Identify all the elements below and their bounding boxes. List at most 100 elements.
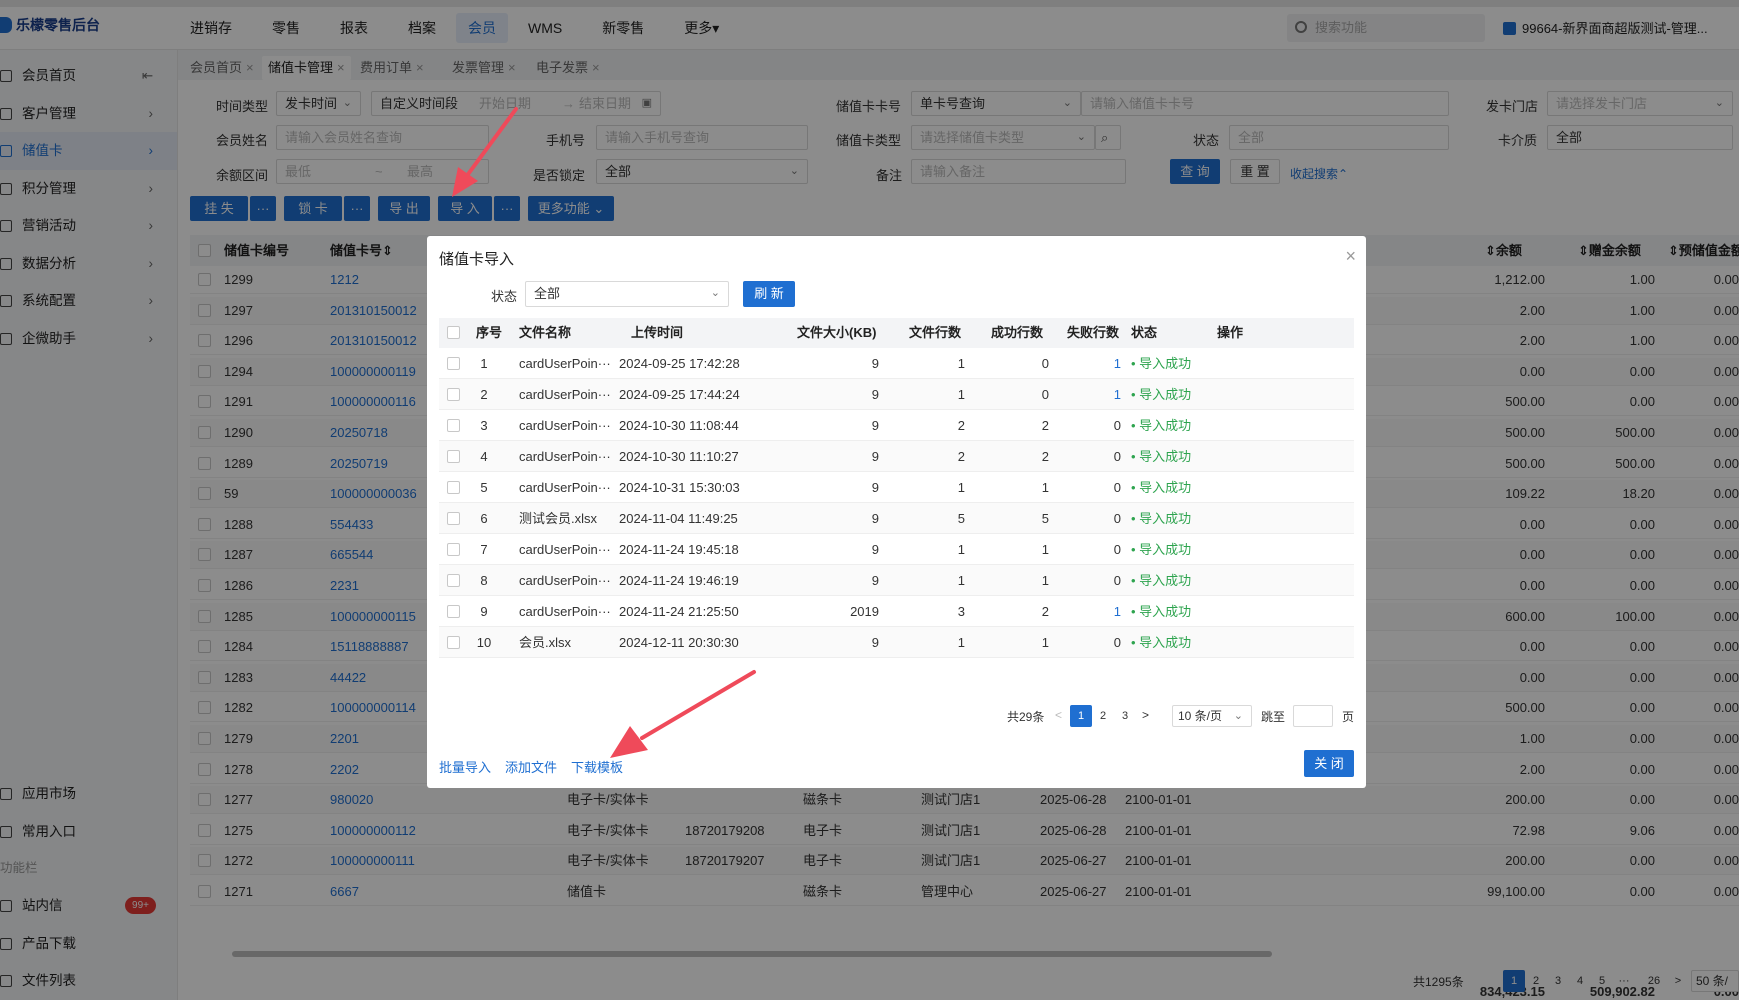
col-file-name: 文件名称	[519, 325, 572, 340]
cell-file-name: cardUserPoin···	[519, 573, 611, 588]
cell-fail-lines: 0	[1113, 635, 1121, 650]
cell-file-lines: 3	[957, 604, 965, 619]
col-actions: 操作	[1217, 325, 1244, 340]
cell-status: 导入成功	[1131, 565, 1211, 596]
row-checkbox[interactable]	[447, 450, 460, 463]
cell-fail-lines: 0	[1113, 542, 1121, 557]
row-checkbox[interactable]	[447, 388, 460, 401]
import-row[interactable]: 9 cardUserPoin··· 2024-11-24 21:25:50 2019 3…	[439, 596, 1354, 627]
batch-import-link[interactable]: 批量导入	[439, 757, 491, 776]
cell-status: 导入成功	[1131, 503, 1211, 534]
cell-file-size: 9	[871, 356, 879, 371]
dialog-pager-prev[interactable]: <	[1055, 708, 1062, 722]
cell-fail-lines[interactable]: 1	[1049, 348, 1121, 379]
cell-file-size: 9	[871, 573, 879, 588]
cell-file-name: cardUserPoin···	[519, 418, 611, 433]
dialog-pager-page[interactable]: 3	[1114, 705, 1136, 727]
dialog-pager-page[interactable]: 2	[1092, 705, 1114, 727]
dialog-jump-input[interactable]	[1293, 705, 1333, 727]
cell-file-size: 2019	[850, 604, 879, 619]
cell-fail-lines[interactable]: 1	[1049, 596, 1121, 627]
cell-file-lines: 2	[957, 449, 965, 464]
dialog-close-button[interactable]: 关 闭	[1304, 750, 1354, 777]
import-row[interactable]: 3 cardUserPoin··· 2024-10-30 11:08:44 9 2 2 0导…	[439, 410, 1354, 441]
cell-upload-time: 2024-10-30 11:10:27	[619, 449, 739, 464]
cell-upload-time: 2024-09-25 17:42:28	[619, 356, 740, 371]
row-checkbox[interactable]	[447, 481, 460, 494]
dialog-status-label: 状态	[491, 289, 518, 304]
col-fail-lines: 失败行数	[1067, 325, 1120, 340]
cell-file-size: 9	[871, 418, 879, 433]
stored-card-import-dialog: 储值卡导入 × 状态 全部 ⌄ 刷 新 序号 文件名称 上传时间 文件大小(KB)…	[427, 236, 1366, 788]
cell-file-lines: 1	[957, 480, 965, 495]
cell-file-size: 9	[871, 635, 879, 650]
cell-success-lines: 0	[1041, 356, 1049, 371]
cell-status: 导入成功	[1131, 596, 1211, 627]
cell-no: 1	[480, 356, 488, 371]
cell-success-lines: 2	[1041, 418, 1049, 433]
cell-file-lines: 1	[957, 573, 965, 588]
cell-file-size: 9	[871, 480, 879, 495]
cell-success-lines: 0	[1041, 387, 1049, 402]
cell-success-lines: 1	[1041, 573, 1049, 588]
dialog-pager-page[interactable]: 1	[1070, 705, 1092, 727]
cell-file-lines: 2	[957, 418, 965, 433]
cell-fail-lines: 0	[1113, 573, 1121, 588]
cell-file-lines: 5	[957, 511, 965, 526]
cell-file-name: cardUserPoin···	[519, 449, 611, 464]
cell-success-lines: 1	[1041, 542, 1049, 557]
cell-status: 导入成功	[1131, 410, 1211, 441]
cell-status: 导入成功	[1131, 472, 1211, 503]
dialog-status-select[interactable]: 全部 ⌄	[525, 281, 729, 307]
dialog-title: 储值卡导入	[439, 251, 515, 268]
cell-upload-time: 2024-11-04 11:49:25	[619, 511, 738, 526]
dialog-page-size-select[interactable]: 10 条/页 ⌄	[1172, 705, 1252, 727]
cell-status: 导入成功	[1131, 379, 1211, 410]
row-checkbox[interactable]	[447, 636, 460, 649]
cell-no: 4	[480, 449, 488, 464]
row-checkbox[interactable]	[447, 512, 460, 525]
cell-file-lines: 1	[957, 635, 965, 650]
col-no: 序号	[476, 325, 503, 340]
download-template-link[interactable]: 下载模板	[571, 757, 623, 776]
add-file-link[interactable]: 添加文件	[505, 757, 557, 776]
cell-file-size: 9	[871, 511, 879, 526]
row-checkbox[interactable]	[447, 605, 460, 618]
row-checkbox[interactable]	[447, 574, 460, 587]
dialog-pager-next[interactable]: >	[1142, 708, 1149, 722]
cell-upload-time: 2024-11-24 19:46:19	[619, 573, 739, 588]
import-row[interactable]: 10会员.xlsx2024-12-11 20:30:309110导入成功	[439, 627, 1354, 658]
cell-fail-lines[interactable]: 1	[1049, 379, 1121, 410]
cell-no: 10	[476, 635, 492, 650]
row-checkbox[interactable]	[447, 357, 460, 370]
cell-status: 导入成功	[1131, 348, 1211, 379]
import-row[interactable]: 6 测试会员.xlsx 2024-11-04 11:49:25 9 5 5 0 导入成功	[439, 503, 1354, 534]
dialog-close-icon[interactable]: ×	[1345, 246, 1356, 267]
cell-file-name: cardUserPoin···	[519, 387, 611, 402]
import-row[interactable]: 8 cardUserPoin··· 2024-11-24 19:46:19 9 1 1 0导…	[439, 565, 1354, 596]
cell-fail-lines: 0	[1113, 511, 1121, 526]
cell-success-lines: 2	[1041, 449, 1049, 464]
row-checkbox[interactable]	[447, 543, 460, 556]
import-table-header: 序号 文件名称 上传时间 文件大小(KB) 文件行数 成功行数 失败行数 状态 …	[439, 318, 1354, 348]
cell-file-size: 9	[871, 449, 879, 464]
row-checkbox[interactable]	[447, 419, 460, 432]
dialog-page-unit: 页	[1342, 710, 1355, 724]
cell-no: 9	[480, 604, 488, 619]
cell-upload-time: 2024-10-30 11:08:44	[619, 418, 739, 433]
cell-upload-time: 2024-10-31 15:30:03	[619, 480, 740, 495]
col-success-lines: 成功行数	[991, 325, 1044, 340]
cell-upload-time: 2024-11-24 21:25:50	[619, 604, 739, 619]
dialog-refresh-button[interactable]: 刷 新	[743, 281, 795, 307]
import-row[interactable]: 7 cardUserPoin··· 2024-11-24 19:45:18 9 1 1 0导…	[439, 534, 1354, 565]
dialog-select-all-checkbox[interactable]	[447, 326, 460, 339]
import-row[interactable]: 1cardUserPoin···2024-09-25 17:42:289101导…	[439, 348, 1354, 379]
import-row[interactable]: 5 cardUserPoin··· 2024-10-31 15:30:03 9 1 1 0导…	[439, 472, 1354, 503]
cell-fail-lines: 0	[1113, 449, 1121, 464]
cell-file-name: cardUserPoin···	[519, 480, 611, 495]
import-row[interactable]: 2cardUserPoin···2024-09-25 17:44:249101导…	[439, 379, 1354, 410]
import-row[interactable]: 4 cardUserPoin··· 2024-10-30 11:10:27 9 2 2 0导…	[439, 441, 1354, 472]
cell-file-name: 会员.xlsx	[519, 635, 572, 650]
cell-status: 导入成功	[1131, 441, 1211, 472]
col-status: 状态	[1131, 325, 1158, 340]
